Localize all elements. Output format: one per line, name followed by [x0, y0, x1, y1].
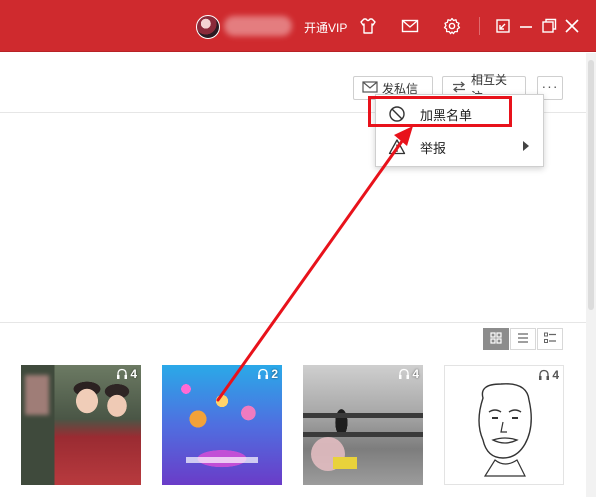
- menu-item-report[interactable]: 举报: [376, 132, 543, 162]
- headphones-icon: [117, 368, 128, 379]
- scrollbar-thumb[interactable]: [588, 60, 594, 310]
- titlebar-divider: [479, 17, 480, 35]
- section-divider: [0, 322, 586, 323]
- play-count-badge: 4: [398, 367, 419, 381]
- play-count: 4: [412, 367, 419, 381]
- username-blurred[interactable]: [224, 16, 292, 36]
- grid-view-button[interactable]: [483, 328, 509, 350]
- detail-list-view-button[interactable]: [537, 328, 563, 350]
- list-icon: [516, 331, 530, 348]
- headphones-icon: [258, 368, 269, 379]
- grid-icon: [489, 331, 503, 348]
- headphones-icon: [539, 369, 550, 380]
- open-vip-link[interactable]: 开通VIP: [304, 19, 347, 36]
- skin-shirt-icon[interactable]: [358, 16, 378, 36]
- mail-icon[interactable]: [400, 16, 420, 36]
- blurred-face: [25, 375, 49, 415]
- play-count-badge: 4: [538, 368, 559, 382]
- mini-mode-icon[interactable]: [493, 16, 513, 36]
- menu-item-label: 举报: [420, 140, 447, 156]
- minimize-icon[interactable]: [516, 16, 536, 36]
- play-count-badge: 4: [116, 367, 137, 381]
- play-count-badge: 2: [257, 367, 278, 381]
- cover-tag: [333, 457, 357, 469]
- submenu-arrow-icon: [523, 141, 529, 151]
- cover-caption: [186, 457, 258, 463]
- user-avatar[interactable]: [196, 15, 220, 39]
- album-cover[interactable]: 4: [21, 365, 141, 485]
- play-count: 4: [130, 367, 137, 381]
- headphones-icon: [399, 368, 410, 379]
- album-cover[interactable]: 2: [162, 365, 282, 485]
- maximize-icon[interactable]: [539, 16, 559, 36]
- album-cover[interactable]: 4: [303, 365, 423, 485]
- meme-face-drawing: [478, 383, 532, 477]
- play-count: 2: [271, 367, 278, 381]
- settings-gear-icon[interactable]: [442, 16, 462, 36]
- album-cover[interactable]: 4: [444, 365, 564, 485]
- list-view-button[interactable]: [510, 328, 536, 350]
- detail-list-icon: [543, 331, 557, 348]
- warning-icon: [388, 138, 406, 156]
- close-icon[interactable]: [562, 16, 582, 36]
- play-count: 4: [552, 368, 559, 382]
- highlight-annotation-box: [368, 96, 512, 127]
- album-cover-image: [162, 365, 282, 485]
